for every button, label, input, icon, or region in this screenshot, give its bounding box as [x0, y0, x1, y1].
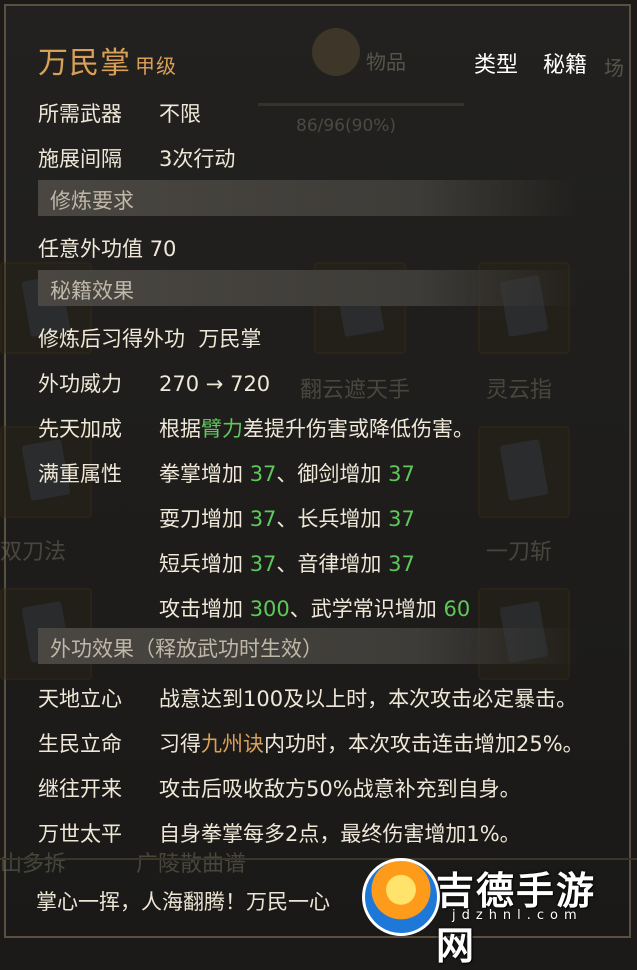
effect-value: 自身拳掌每多2点，最终伤害增加1%。 [159, 822, 521, 846]
attr-sep: 、 [276, 462, 298, 486]
full-row: 攻击增加 300、武学常识增加 60 [38, 593, 470, 623]
power-row: 外功威力 270 → 720 [38, 368, 270, 398]
full-line: 拳掌增加 37、御剑增加 37 [159, 458, 415, 488]
section-requirements: 修炼要求 [38, 180, 578, 216]
flavor-text: 掌心一挥，人海翻腾！万民一心 [36, 890, 330, 914]
full-row: 耍刀增加 37、长兵增加 37 [38, 503, 415, 533]
skill-grade: 甲级 [135, 54, 177, 78]
attr-sep: 、 [276, 507, 298, 531]
attr-value: 37 [249, 552, 277, 576]
weapon-row: 所需武器 不限 [38, 98, 201, 128]
learned-row: 修炼后习得外功 万民掌 [38, 323, 261, 353]
effect-key: 生民立命 [38, 732, 122, 756]
effect-key: 天地立心 [38, 687, 122, 711]
effect-pre: 习得 [159, 732, 201, 756]
attr-value: 37 [249, 462, 277, 486]
attr-value: 300 [249, 597, 290, 621]
full-row: 满重属性 拳掌增加 37、御剑增加 37 [38, 458, 415, 488]
full-key: 满重属性 [38, 462, 122, 486]
requirement-key: 任意外功值 [38, 237, 143, 261]
full-line: 短兵增加 37、音律增加 37 [159, 548, 415, 578]
watermark-url: jdzhnl.com [452, 908, 583, 923]
attr-value: 37 [388, 552, 415, 576]
section-title: 秘籍效果 [50, 279, 134, 303]
section-external: 外功效果（释放武功时生效） [38, 628, 578, 664]
full-line: 耍刀增加 37、长兵增加 37 [159, 503, 415, 533]
innate-row: 先天加成 根据臂力差提升伤害或降低伤害。 [38, 413, 474, 443]
effect-row: 天地立心 战意达到100及以上时，本次攻击必定暴击。 [38, 683, 577, 713]
attr-sep: 、 [276, 552, 298, 576]
innate-key: 先天加成 [38, 417, 122, 441]
attr-sep: 、 [289, 597, 311, 621]
requirement-value: 70 [149, 237, 177, 261]
innate-pre: 根据 [159, 417, 201, 441]
section-title: 修炼要求 [50, 189, 134, 213]
skill-tooltip: 万民掌 甲级 类型 秘籍 所需武器 不限 施展间隔 3次行动 修炼要求 任意外功值 7… [0, 0, 637, 944]
attr-text: 音律增加 [297, 552, 389, 576]
attr-text: 拳掌增加 [159, 462, 250, 486]
type-value: 秘籍 [543, 53, 588, 78]
innate-stat: 臂力 [201, 417, 243, 441]
attr-text: 攻击增加 [159, 597, 250, 621]
effect-post: 内功时，本次攻击连击增加25%。 [264, 732, 584, 756]
weapon-value: 不限 [159, 102, 201, 126]
learned-key: 修炼后习得外功 [38, 327, 185, 351]
attr-text: 长兵增加 [297, 507, 389, 531]
skill-name: 万民掌 [38, 46, 131, 81]
effect-value: 战意达到100及以上时，本次攻击必定暴击。 [159, 687, 578, 711]
power-to: 720 [230, 372, 271, 396]
full-line: 攻击增加 300、武学常识增加 60 [159, 593, 470, 623]
innate-post: 差提升伤害或降低伤害。 [243, 417, 474, 441]
attr-text: 御剑增加 [297, 462, 389, 486]
type-label: 类型 [474, 53, 519, 78]
watermark: 吉德手游网 jdzhnl.com [356, 856, 628, 968]
attr-value: 37 [388, 462, 415, 486]
attr-text: 耍刀增加 [159, 507, 250, 531]
section-effects: 秘籍效果 [38, 270, 578, 306]
effect-key: 继往开来 [38, 777, 122, 801]
effect-row: 生民立命 习得九州诀内功时，本次攻击连击增加25%。 [38, 728, 584, 758]
full-row: 短兵增加 37、音律增加 37 [38, 548, 415, 578]
attr-value: 37 [388, 507, 415, 531]
effect-highlight: 九州诀 [201, 732, 264, 756]
weapon-key: 所需武器 [38, 102, 122, 126]
effect-row: 继往开来 攻击后吸收敌方50%战意补充到自身。 [38, 773, 521, 803]
effect-row: 万世太平 自身拳掌每多2点，最终伤害增加1%。 [38, 818, 521, 848]
power-from: 270 [159, 372, 200, 396]
effect-value: 攻击后吸收敌方50%战意补充到自身。 [159, 777, 521, 801]
attr-value: 37 [249, 507, 277, 531]
interval-row: 施展间隔 3次行动 [38, 143, 235, 173]
interval-key: 施展间隔 [38, 147, 122, 171]
attr-text: 短兵增加 [159, 552, 250, 576]
attr-value: 60 [443, 597, 471, 621]
learned-value: 万民掌 [198, 327, 262, 351]
watermark-logo-icon [362, 858, 440, 936]
power-key: 外功威力 [38, 372, 122, 396]
requirement-row: 任意外功值 70 [38, 233, 176, 263]
section-title: 外功效果（释放武功时生效） [50, 637, 323, 661]
interval-value: 3次行动 [159, 147, 236, 171]
skill-title: 万民掌 甲级 [38, 38, 177, 82]
arrow-icon: → [205, 372, 224, 396]
effect-key: 万世太平 [38, 822, 122, 846]
attr-text: 武学常识增加 [310, 597, 444, 621]
